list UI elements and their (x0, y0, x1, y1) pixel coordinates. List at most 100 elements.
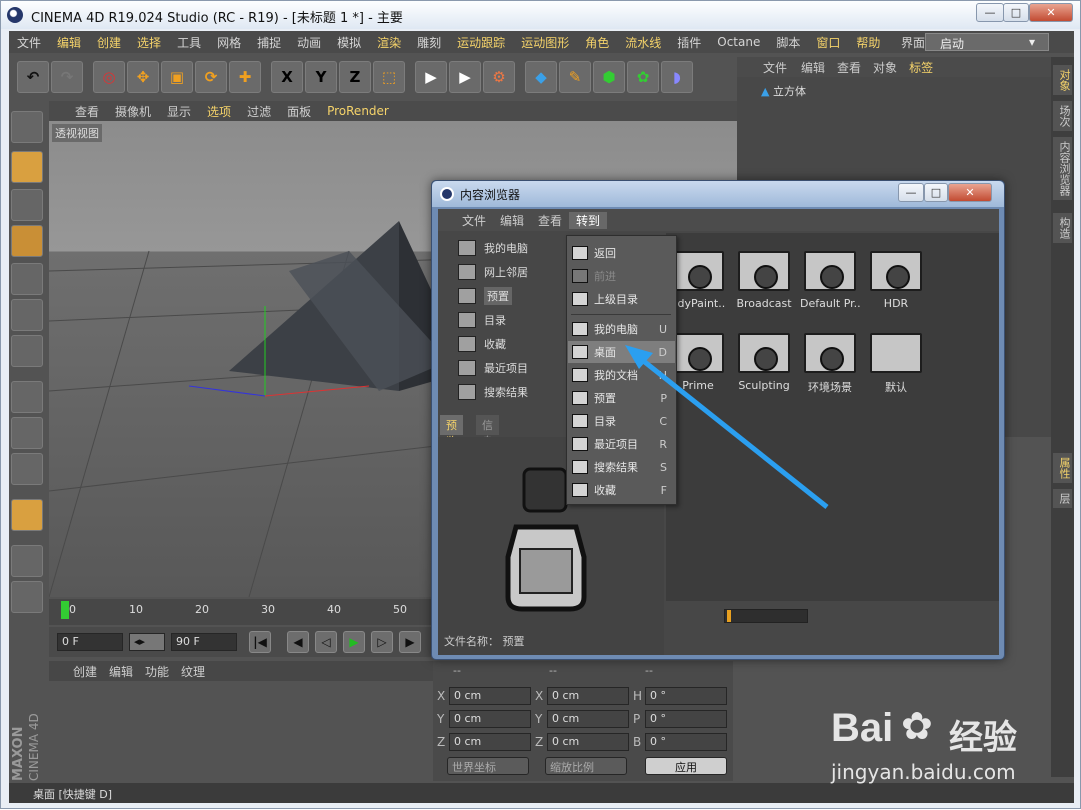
menu-sculpt[interactable]: 雕刻 (409, 34, 449, 51)
deformer-icon[interactable]: ◗ (661, 61, 693, 93)
rotate-icon[interactable]: ⟳ (195, 61, 227, 93)
folder-bodypaint[interactable]: odyPaint.. (668, 251, 728, 310)
coordinate-system-icon[interactable]: ⬚ (373, 61, 405, 93)
viewport-menu-filter[interactable]: 过滤 (239, 103, 279, 120)
frame-range-slider[interactable]: ◂▸ (129, 633, 165, 651)
scale-icon[interactable]: ▣ (161, 61, 193, 93)
cb-menu-file[interactable]: 文件 (438, 212, 493, 229)
magnet-icon[interactable] (11, 499, 43, 531)
close-button[interactable]: ✕ (1029, 3, 1073, 22)
cloner-icon[interactable]: ✿ (627, 61, 659, 93)
folder-hdr[interactable]: HDR (866, 251, 926, 310)
z-axis-icon[interactable]: Z (339, 61, 371, 93)
material-menu-create[interactable]: 创建 (49, 663, 103, 680)
object-menu-view[interactable]: 查看 (831, 59, 867, 76)
prev-key-icon[interactable]: ◀ (287, 631, 309, 653)
viewport-menu-prorender[interactable]: ProRender (319, 104, 397, 118)
menu-item-desktop[interactable]: 桌面 D (568, 341, 675, 363)
tree-item-search-results[interactable]: 搜索结果 (458, 381, 528, 403)
menu-motion-tracking[interactable]: 运动跟踪 (449, 34, 513, 51)
axis-mode-icon[interactable] (11, 381, 43, 413)
folder-sculpting[interactable]: Sculpting (734, 333, 794, 392)
menu-octane[interactable]: Octane (709, 35, 768, 49)
menu-script[interactable]: 脚本 (768, 34, 808, 51)
tab-objects[interactable]: 对象 (1053, 65, 1072, 95)
menu-item-search-results[interactable]: 搜索结果 S (568, 456, 675, 478)
layout-select[interactable]: 启动 ▾ (925, 33, 1049, 51)
cb-menu-view[interactable]: 查看 (531, 212, 569, 229)
menu-create[interactable]: 创建 (89, 34, 129, 51)
folder-broadcast[interactable]: Broadcast (734, 251, 794, 310)
menu-mesh[interactable]: 网格 (209, 34, 249, 51)
edges-mode-icon[interactable] (11, 299, 43, 331)
folder-default-presets[interactable]: Default Pr.. (800, 251, 860, 310)
undo-icon[interactable]: ↶ (17, 61, 49, 93)
material-menu-function[interactable]: 功能 (139, 663, 175, 680)
render-settings-icon[interactable]: ⚙ (483, 61, 515, 93)
redo-icon[interactable]: ↷ (51, 61, 83, 93)
tab-preview[interactable]: 预览 (440, 415, 463, 448)
pen-icon[interactable]: ✎ (559, 61, 591, 93)
object-row-cube[interactable]: ▲ 立方体 (761, 83, 806, 99)
menu-item-documents[interactable]: 我的文档 H (568, 364, 675, 386)
cube-icon[interactable]: ◆ (525, 61, 557, 93)
tab-attributes[interactable]: 属性 (1053, 453, 1072, 483)
last-tool-icon[interactable]: ✚ (229, 61, 261, 93)
menu-window[interactable]: 窗口 (808, 34, 848, 51)
title-bar[interactable]: CINEMA 4D R19.024 Studio (RC - R19) - [未… (1, 1, 1080, 29)
polygons-mode-icon[interactable] (11, 335, 43, 367)
x-axis-icon[interactable]: X (271, 61, 303, 93)
menu-item-recent[interactable]: 最近项目 R (568, 433, 675, 455)
position-x-field[interactable]: 0 cm (449, 687, 531, 705)
menu-mograph[interactable]: 运动图形 (513, 34, 577, 51)
render-picture-icon[interactable]: ▶ (449, 61, 481, 93)
menu-tools[interactable]: 工具 (169, 34, 209, 51)
size-x-field[interactable]: 0 cm (547, 687, 629, 705)
points-mode-icon[interactable] (11, 263, 43, 295)
menu-item-favorites[interactable]: 收藏 F (568, 479, 675, 501)
playhead[interactable] (61, 601, 69, 619)
menu-item-parent[interactable]: 上级目录 (568, 288, 675, 310)
subdivision-icon[interactable]: ⬢ (593, 61, 625, 93)
menu-file[interactable]: 文件 (9, 34, 49, 51)
material-menu-texture[interactable]: 纹理 (175, 663, 211, 680)
folder-prime[interactable]: Prime (668, 333, 728, 392)
make-editable-icon[interactable] (11, 111, 43, 143)
menu-edit[interactable]: 编辑 (49, 34, 89, 51)
snap-icon[interactable] (11, 453, 43, 485)
workplane-icon[interactable] (11, 225, 43, 257)
tree-item-recent[interactable]: 最近项目 (458, 357, 528, 379)
content-browser-titlebar[interactable]: 内容浏览器 — □ ✕ (432, 181, 1004, 207)
object-menu-objects[interactable]: 对象 (867, 59, 903, 76)
menu-item-my-computer[interactable]: 我的电脑 U (568, 318, 675, 340)
viewport-menu-panel[interactable]: 面板 (279, 103, 319, 120)
model-mode-icon[interactable] (11, 151, 43, 183)
object-menu-edit[interactable]: 编辑 (795, 59, 831, 76)
maximize-button[interactable]: □ (1003, 3, 1029, 22)
folder-environment[interactable]: 环境场景 (800, 333, 860, 395)
tweak-mode-icon[interactable] (11, 417, 43, 449)
y-axis-icon[interactable]: Y (305, 61, 337, 93)
menu-plugins[interactable]: 插件 (669, 34, 709, 51)
menu-character[interactable]: 角色 (577, 34, 617, 51)
apply-button[interactable]: 应用 (645, 757, 727, 775)
go-to-start-icon[interactable]: |◀ (249, 631, 271, 653)
menu-simulate[interactable]: 模拟 (329, 34, 369, 51)
menu-item-forward[interactable]: 前进 (568, 265, 675, 287)
menu-item-back[interactable]: 返回 (568, 242, 675, 264)
menu-render[interactable]: 渲染 (369, 34, 409, 51)
rotation-b-field[interactable]: 0 ° (645, 733, 727, 751)
tab-layers[interactable]: 层 (1053, 489, 1072, 508)
texture-mode-icon[interactable] (11, 189, 43, 221)
tab-content-browser[interactable]: 内容浏览器 (1053, 137, 1072, 200)
tab-structure[interactable]: 构造 (1053, 213, 1072, 243)
tree-item-catalogs[interactable]: 目录 (458, 309, 506, 331)
menu-animate[interactable]: 动画 (289, 34, 329, 51)
object-menu-tags[interactable]: 标签 (903, 59, 939, 76)
tab-takes[interactable]: 场次 (1053, 101, 1072, 131)
menu-snap[interactable]: 捕捉 (249, 34, 289, 51)
next-frame-icon[interactable]: ▷ (371, 631, 393, 653)
viewport-menu-display[interactable]: 显示 (159, 103, 199, 120)
live-select-icon[interactable]: ◎ (93, 61, 125, 93)
tab-info[interactable]: 信息 (476, 415, 499, 448)
